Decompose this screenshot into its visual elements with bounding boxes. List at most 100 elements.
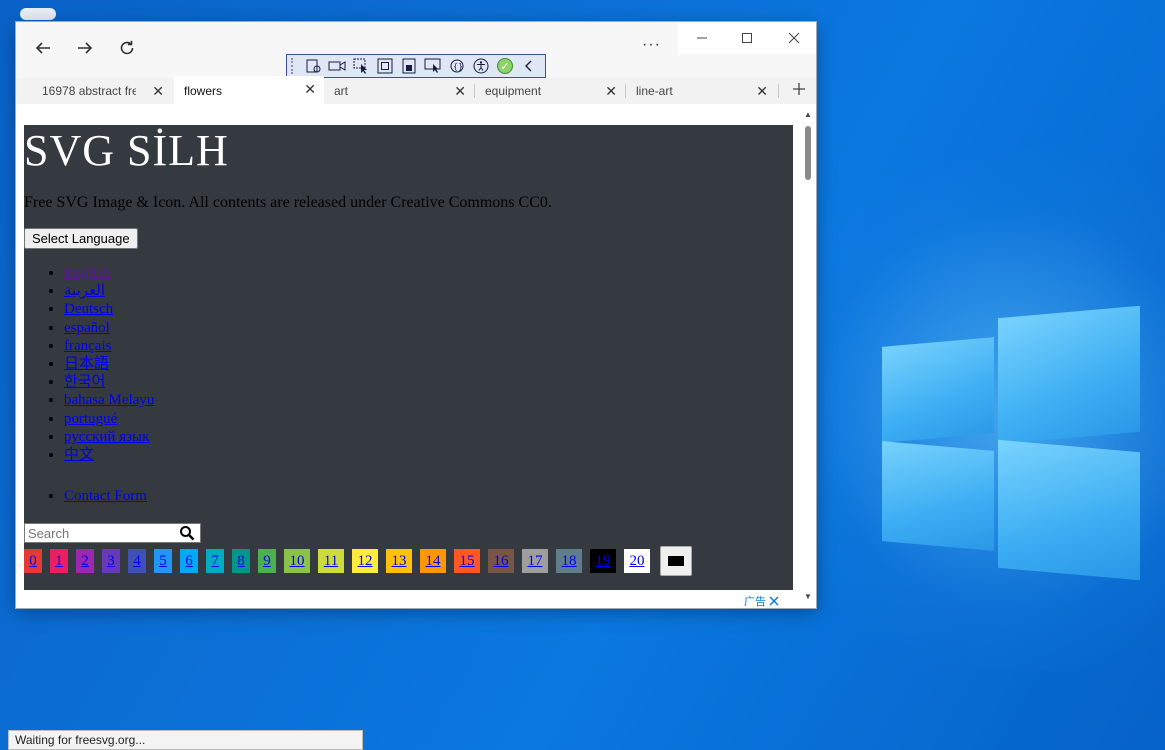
language-link-chinese[interactable]: 中文 — [64, 447, 94, 463]
language-link-korean[interactable]: 한국어 — [64, 374, 105, 390]
close-tab-icon[interactable]: ✕ — [304, 81, 316, 98]
chevron-left-icon — [525, 60, 532, 72]
more-menu-button[interactable]: ··· — [642, 36, 661, 54]
tab-label: equipment — [485, 84, 542, 98]
close-window-button[interactable] — [782, 28, 806, 48]
black-square-icon — [668, 556, 684, 566]
color-swatch-15[interactable]: 15 — [454, 549, 480, 573]
language-link-french[interactable]: français — [64, 338, 111, 354]
color-swatch-10[interactable]: 10 — [284, 549, 310, 573]
close-tab-icon[interactable]: ✕ — [756, 83, 768, 100]
page-viewport: SVG SİLH Free SVG Image & Icon. All cont… — [16, 104, 816, 608]
close-ad-icon[interactable] — [769, 596, 779, 606]
list-item: русский язык — [64, 428, 154, 446]
tab-label: flowers — [184, 84, 223, 98]
color-filter-bar: 0 1 2 3 4 5 6 7 8 9 10 11 12 13 14 15 16 17 18 19 20 — [24, 546, 692, 576]
script-tool-button[interactable]: {} — [446, 56, 468, 76]
color-swatch-13[interactable]: 13 — [386, 549, 412, 573]
new-tab-button[interactable] — [792, 80, 806, 101]
refresh-button[interactable] — [112, 34, 142, 62]
scroll-down-arrow[interactable]: ▼ — [804, 592, 812, 601]
contact-form-link[interactable]: Contact Form — [64, 488, 147, 504]
region-tool-button[interactable] — [422, 56, 444, 76]
color-swatch-2[interactable]: 2 — [76, 549, 94, 573]
language-link-japanese[interactable]: 日本語 — [64, 356, 109, 372]
list-item: English — [64, 264, 154, 282]
window-caption-controls — [678, 22, 816, 54]
language-link-spanish[interactable]: español — [64, 320, 110, 336]
accessibility-tool-button[interactable] — [470, 56, 492, 76]
color-swatch-7[interactable]: 7 — [206, 549, 224, 573]
close-tab-icon[interactable]: ✕ — [605, 83, 617, 100]
color-swatch-9[interactable]: 9 — [258, 549, 276, 573]
grip-handle[interactable] — [291, 58, 297, 74]
color-swatch-20[interactable]: 20 — [624, 549, 650, 573]
maximize-button[interactable] — [735, 28, 759, 48]
search-input[interactable] — [24, 523, 201, 543]
select-tool-button[interactable] — [350, 56, 372, 76]
color-swatch-5[interactable]: 5 — [154, 549, 172, 573]
video-tool-button[interactable] — [326, 56, 348, 76]
language-link-malay[interactable]: bahasa Melayu — [64, 392, 154, 408]
list-item: español — [64, 319, 154, 337]
list-item: 日本語 — [64, 355, 154, 373]
color-swatch-14[interactable]: 14 — [420, 549, 446, 573]
color-swatch-17[interactable]: 17 — [522, 549, 548, 573]
site-title[interactable]: SVG SİLH — [24, 125, 229, 176]
back-button[interactable] — [28, 34, 58, 62]
search-icon[interactable] — [179, 525, 195, 541]
language-link-arabic[interactable]: العربية — [64, 283, 105, 299]
color-swatch-18[interactable]: 18 — [556, 549, 582, 573]
settings-tool-button[interactable] — [302, 56, 324, 76]
color-swatch-12[interactable]: 12 — [352, 549, 378, 573]
close-tab-icon[interactable]: ✕ — [152, 83, 164, 100]
refresh-icon — [120, 40, 134, 55]
tab-art[interactable]: art ✕ — [324, 78, 474, 104]
arrow-right-icon — [78, 42, 93, 54]
black-filter-button[interactable] — [660, 546, 692, 576]
color-swatch-8[interactable]: 8 — [232, 549, 250, 573]
color-swatch-1[interactable]: 1 — [50, 549, 68, 573]
close-tab-icon[interactable]: ✕ — [454, 83, 466, 100]
plus-icon — [793, 83, 805, 95]
scroll-up-arrow[interactable]: ▲ — [804, 110, 812, 119]
svg-text:{}: {} — [453, 62, 463, 71]
frame-icon — [377, 58, 393, 74]
gear-icon — [306, 59, 321, 73]
forward-button[interactable] — [70, 34, 100, 62]
minimize-button[interactable] — [690, 28, 714, 48]
minimize-icon — [697, 37, 707, 39]
site-header: SVG SİLH Free SVG Image & Icon. All cont… — [24, 125, 793, 590]
language-link-english[interactable]: English — [64, 265, 110, 281]
language-link-portuguese[interactable]: portugué — [64, 411, 117, 427]
ad-label: 广告 — [744, 596, 766, 608]
site-description: Free SVG Image & Icon. All contents are … — [24, 194, 552, 211]
page-tool-button[interactable] — [398, 56, 420, 76]
color-swatch-0[interactable]: 0 — [24, 549, 42, 573]
color-swatch-3[interactable]: 3 — [102, 549, 120, 573]
color-swatch-19[interactable]: 19 — [590, 549, 616, 573]
tab-line-art[interactable]: line-art ✕ — [626, 78, 776, 104]
language-link-russian[interactable]: русский язык — [64, 429, 149, 445]
color-swatch-16[interactable]: 16 — [488, 549, 514, 573]
desktop-icon[interactable] — [20, 8, 56, 20]
color-swatch-11[interactable]: 11 — [318, 549, 344, 573]
tab-flowers[interactable]: flowers ✕ — [174, 76, 324, 104]
language-link-german[interactable]: Deutsch — [64, 301, 113, 317]
vertical-scrollbar[interactable]: ▲ ▼ — [800, 104, 816, 608]
list-item: français — [64, 337, 154, 355]
color-swatch-6[interactable]: 6 — [180, 549, 198, 573]
frame-tool-button[interactable] — [374, 56, 396, 76]
confirm-button[interactable]: ✓ — [494, 56, 516, 76]
collapse-toolbar-button[interactable] — [518, 56, 540, 76]
tab-strip: 16978 abstract fre ✕ flowers ✕ art ✕ equ… — [16, 76, 816, 104]
color-swatch-4[interactable]: 4 — [128, 549, 146, 573]
scrollbar-thumb[interactable] — [805, 126, 811, 180]
tab-equipment[interactable]: equipment ✕ — [475, 78, 625, 104]
arrow-left-icon — [35, 42, 50, 54]
list-item: Contact Form — [64, 488, 147, 505]
ad-badge[interactable]: 广告 — [744, 593, 779, 609]
select-language-button[interactable]: Select Language — [24, 228, 138, 249]
floating-toolbar: {} ✓ — [286, 54, 546, 78]
tab-abstract[interactable]: 16978 abstract fre ✕ — [32, 78, 172, 104]
